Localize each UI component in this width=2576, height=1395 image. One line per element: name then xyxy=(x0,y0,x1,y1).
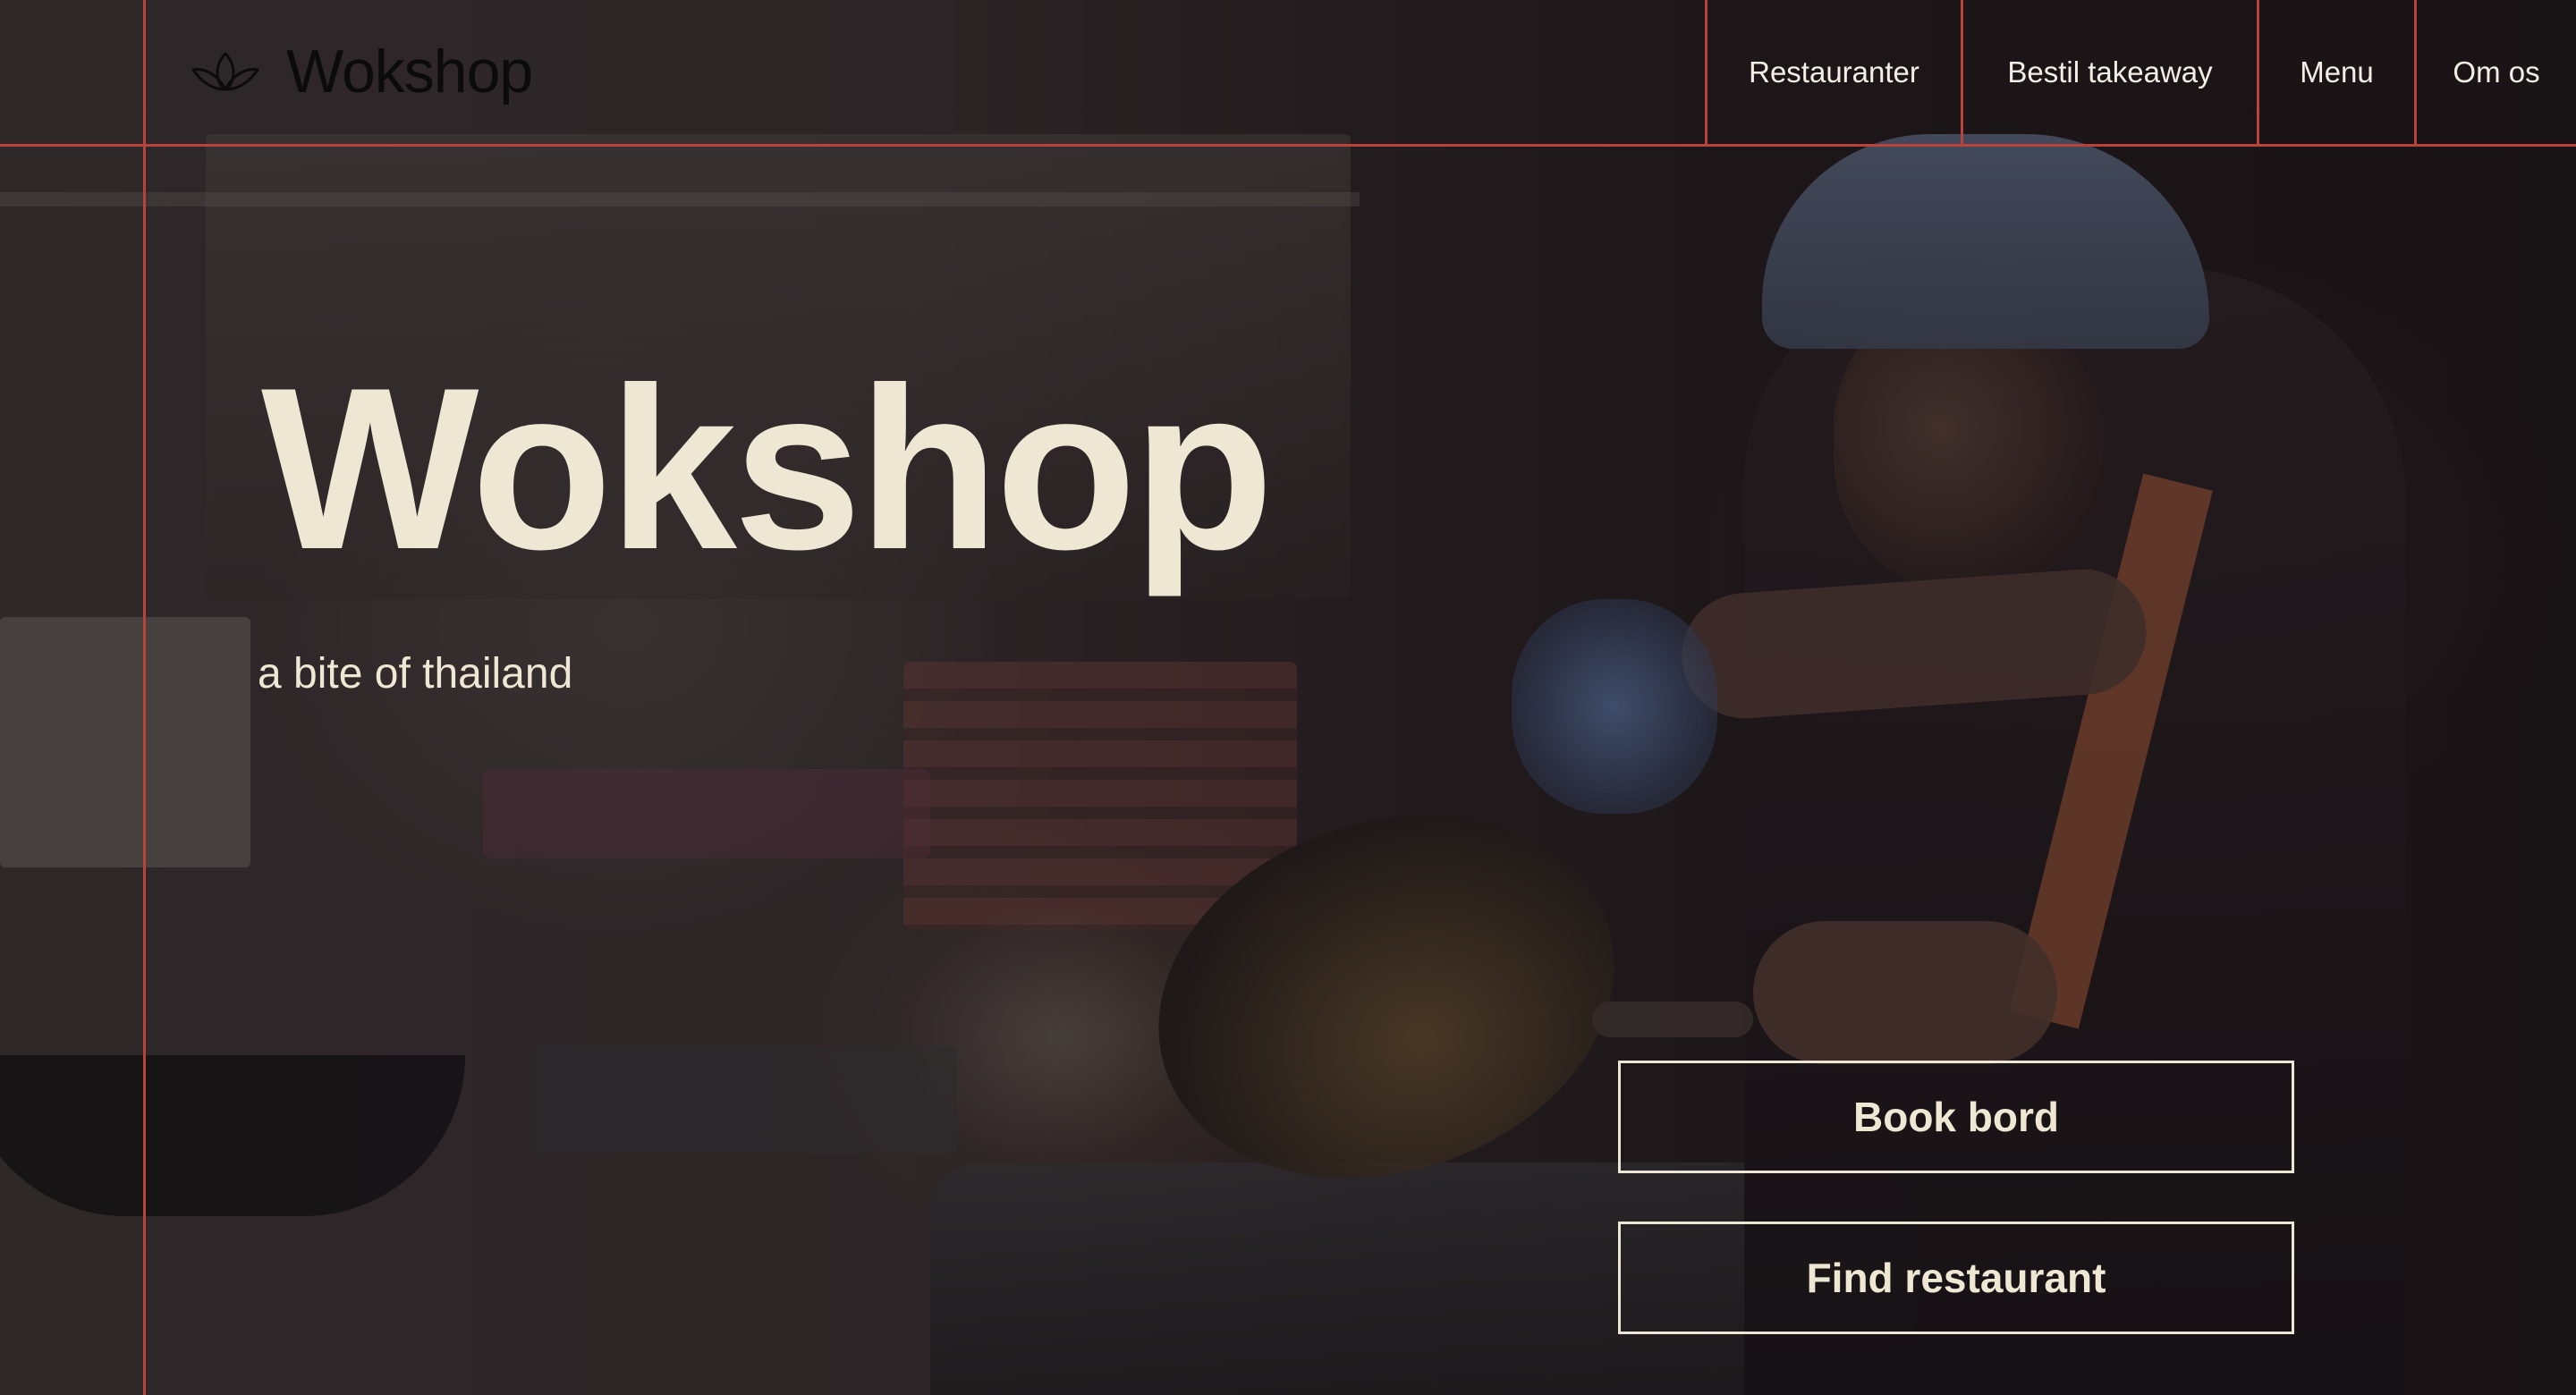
nav-item-restauranter[interactable]: Restauranter xyxy=(1707,0,1961,145)
grid-line-vertical xyxy=(143,0,146,1395)
nav-item-bestil-takeaway[interactable]: Bestil takeaway xyxy=(1963,0,2257,145)
hero-tagline: a bite of thailand xyxy=(258,650,573,698)
page: Wokshop Restauranter Bestil takeaway Men… xyxy=(0,0,2576,1395)
brand-home-link[interactable]: Wokshop xyxy=(188,27,533,116)
nav-item-om-os[interactable]: Om os xyxy=(2417,0,2576,145)
find-restaurant-button[interactable]: Find restaurant xyxy=(1618,1222,2294,1334)
brand-name: Wokshop xyxy=(286,38,533,106)
hero-title: Wokshop xyxy=(261,339,1274,597)
book-table-button[interactable]: Book bord xyxy=(1618,1061,2294,1173)
nav-item-menu[interactable]: Menu xyxy=(2259,0,2414,145)
lotus-icon xyxy=(191,52,259,91)
